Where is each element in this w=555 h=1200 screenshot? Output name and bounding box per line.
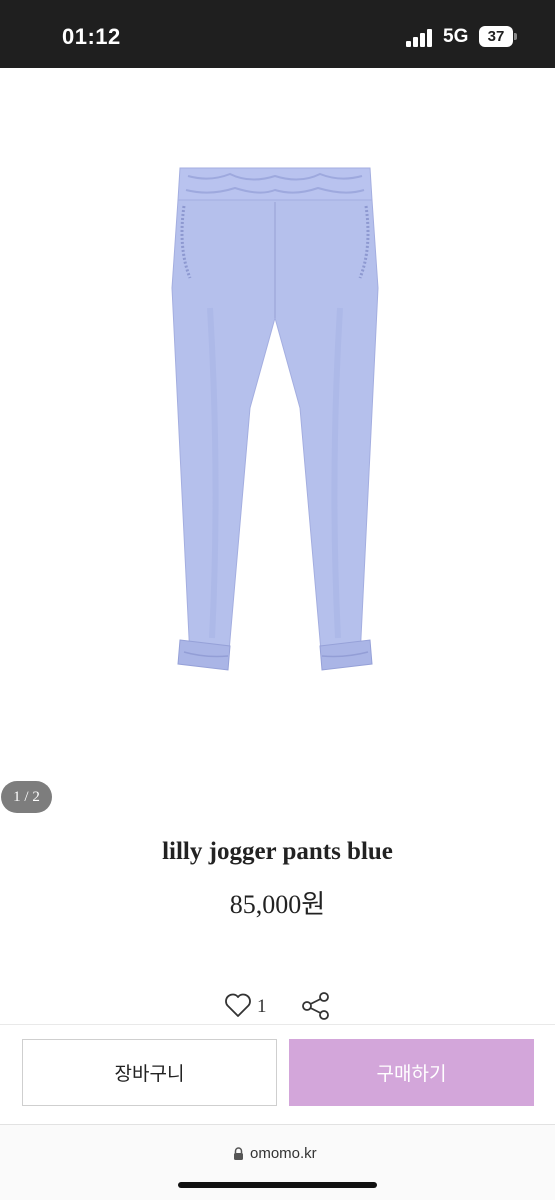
like-count: 1 [257, 996, 267, 1017]
product-image-carousel[interactable]: 1 / 2 [0, 68, 555, 813]
heart-icon [225, 993, 251, 1017]
home-indicator [178, 1182, 377, 1188]
buy-now-button[interactable]: 구매하기 [289, 1039, 534, 1106]
image-counter: 1 / 2 [1, 781, 52, 813]
url-text: omomo.kr [250, 1145, 317, 1162]
like-button[interactable]: 1 [224, 990, 274, 1022]
product-title: lilly jogger pants blue [162, 838, 393, 865]
status-time: 01:12 [62, 24, 121, 49]
battery-level: 37 [487, 28, 505, 45]
lock-icon [234, 1147, 243, 1160]
add-to-cart-button[interactable]: 장바구니 [22, 1039, 277, 1106]
signal-bars-icon [406, 29, 434, 47]
share-button[interactable] [300, 990, 332, 1022]
product-price: 85,000원 [229, 890, 326, 919]
purchase-action-bar: 장바구니 구매하기 [0, 1024, 555, 1124]
jogger-pants-photo [171, 167, 379, 671]
network-label: 5G [443, 26, 469, 47]
share-icon [302, 992, 329, 1020]
browser-url-bar[interactable]: omomo.kr [0, 1124, 555, 1200]
battery-icon: 37 [479, 26, 517, 47]
status-bar: 01:12 5G 37 [0, 0, 555, 68]
